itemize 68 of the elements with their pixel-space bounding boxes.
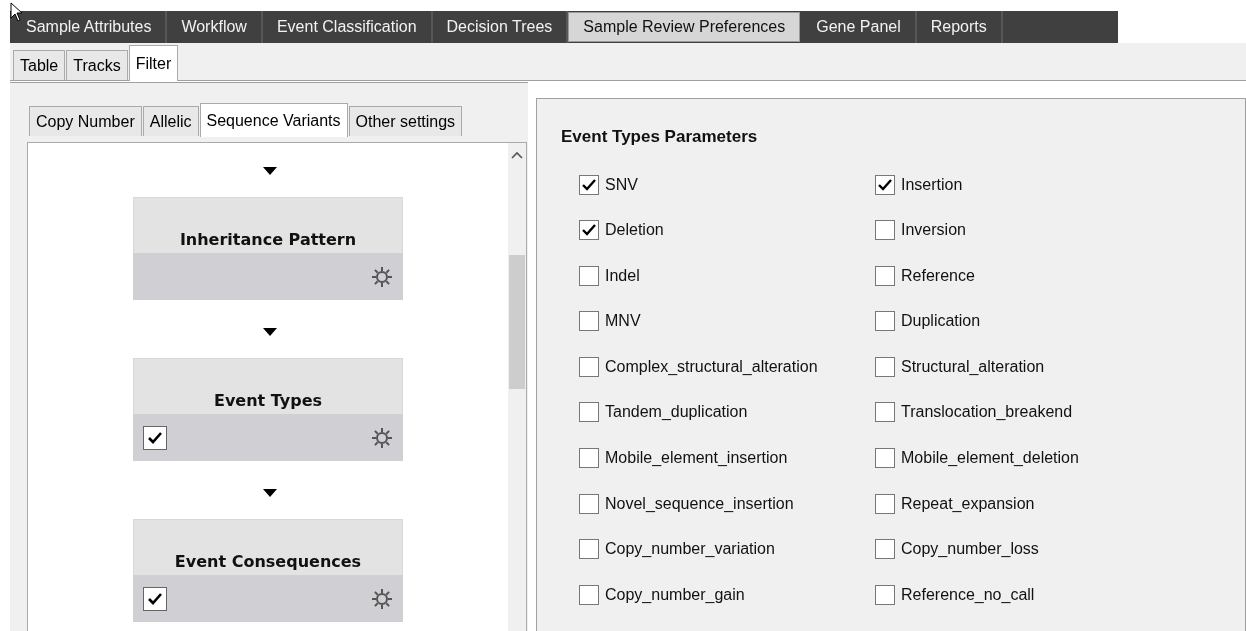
node-title: Event Types — [213, 391, 323, 410]
node-checkbox[interactable] — [143, 425, 167, 450]
checkbox[interactable] — [875, 448, 895, 469]
scroll-thumb[interactable] — [509, 255, 525, 389]
checkbox[interactable] — [875, 220, 895, 241]
checkbox[interactable] — [579, 356, 599, 377]
checkbox[interactable] — [579, 311, 599, 332]
checkbox-label: Repeat_expansion — [901, 494, 1035, 513]
settings-icon[interactable] — [371, 426, 393, 449]
checkbox-label: Copy_number_variation — [605, 540, 775, 559]
checkmark-icon — [582, 178, 596, 191]
checkbox[interactable] — [875, 539, 895, 560]
checkbox-label: Copy_number_loss — [901, 540, 1039, 559]
checkbox-label: Reference_no_call — [901, 585, 1035, 604]
checkbox[interactable] — [579, 402, 599, 423]
checkbox[interactable] — [579, 584, 599, 605]
sub-tab[interactable]: Filter — [128, 45, 179, 81]
checkbox[interactable] — [579, 220, 599, 241]
checkbox[interactable] — [579, 539, 599, 560]
checkbox-label: Mobile_element_insertion — [605, 449, 788, 468]
variant-type-tab[interactable]: Allelic — [142, 106, 199, 136]
checkbox-label: SNV — [605, 175, 638, 194]
checkbox[interactable] — [579, 265, 599, 286]
checkbox-label: Duplication — [901, 312, 981, 331]
checkbox-label: Reference — [901, 266, 975, 285]
checkbox-label: Novel_sequence_insertion — [605, 494, 794, 513]
checkbox-label: Structural_alteration — [901, 357, 1045, 376]
checkbox-label: Tandem_duplication — [605, 403, 748, 422]
checkbox[interactable] — [875, 402, 895, 423]
sub-tab[interactable]: Tracks — [66, 50, 128, 80]
checkbox[interactable] — [875, 265, 895, 286]
checkbox-label: MNV — [605, 312, 641, 331]
checkbox[interactable] — [875, 493, 895, 514]
checkbox[interactable] — [875, 174, 895, 195]
checkmark-icon — [878, 178, 892, 191]
node-checkbox[interactable] — [143, 586, 167, 611]
checkbox[interactable] — [579, 448, 599, 469]
variant-type-tab[interactable]: Sequence Variants — [199, 103, 348, 137]
scrollbar[interactable] — [508, 143, 526, 631]
panel-title: Event Types Parameters — [561, 127, 759, 147]
down-arrow-icon — [263, 489, 277, 497]
checkbox[interactable] — [579, 493, 599, 514]
checkmark-icon — [148, 592, 162, 605]
checkbox-label: Translocation_breakend — [901, 403, 1073, 422]
settings-icon[interactable] — [371, 587, 393, 610]
checkmark-icon — [582, 224, 596, 237]
checkbox-label: Inversion — [901, 221, 966, 240]
variant-type-tab[interactable]: Copy Number — [29, 106, 142, 136]
node-title: Inheritance Pattern — [179, 230, 357, 249]
node-title: Event Consequences — [174, 552, 362, 571]
checkbox[interactable] — [875, 356, 895, 377]
sub-tab[interactable]: Table — [13, 50, 66, 80]
main-tab[interactable]: Sample Review Preferences — [568, 12, 801, 42]
checkbox[interactable] — [875, 311, 895, 332]
checkbox-label: Insertion — [901, 175, 963, 194]
checkbox[interactable] — [579, 174, 599, 195]
checkbox-label: Indel — [605, 266, 640, 285]
checkbox[interactable] — [875, 584, 895, 605]
checkmark-icon — [148, 431, 162, 444]
checkbox-label: Deletion — [605, 221, 664, 240]
checkbox-label: Copy_number_gain — [605, 585, 745, 604]
scroll-up-icon[interactable] — [511, 151, 523, 159]
down-arrow-icon — [263, 167, 277, 175]
checkbox-label: Complex_structural_alteration — [605, 357, 818, 376]
checkbox-label: Mobile_element_deletion — [901, 449, 1079, 468]
down-arrow-icon — [263, 328, 277, 336]
settings-icon[interactable] — [371, 265, 393, 288]
variant-type-tab[interactable]: Other settings — [348, 106, 463, 136]
